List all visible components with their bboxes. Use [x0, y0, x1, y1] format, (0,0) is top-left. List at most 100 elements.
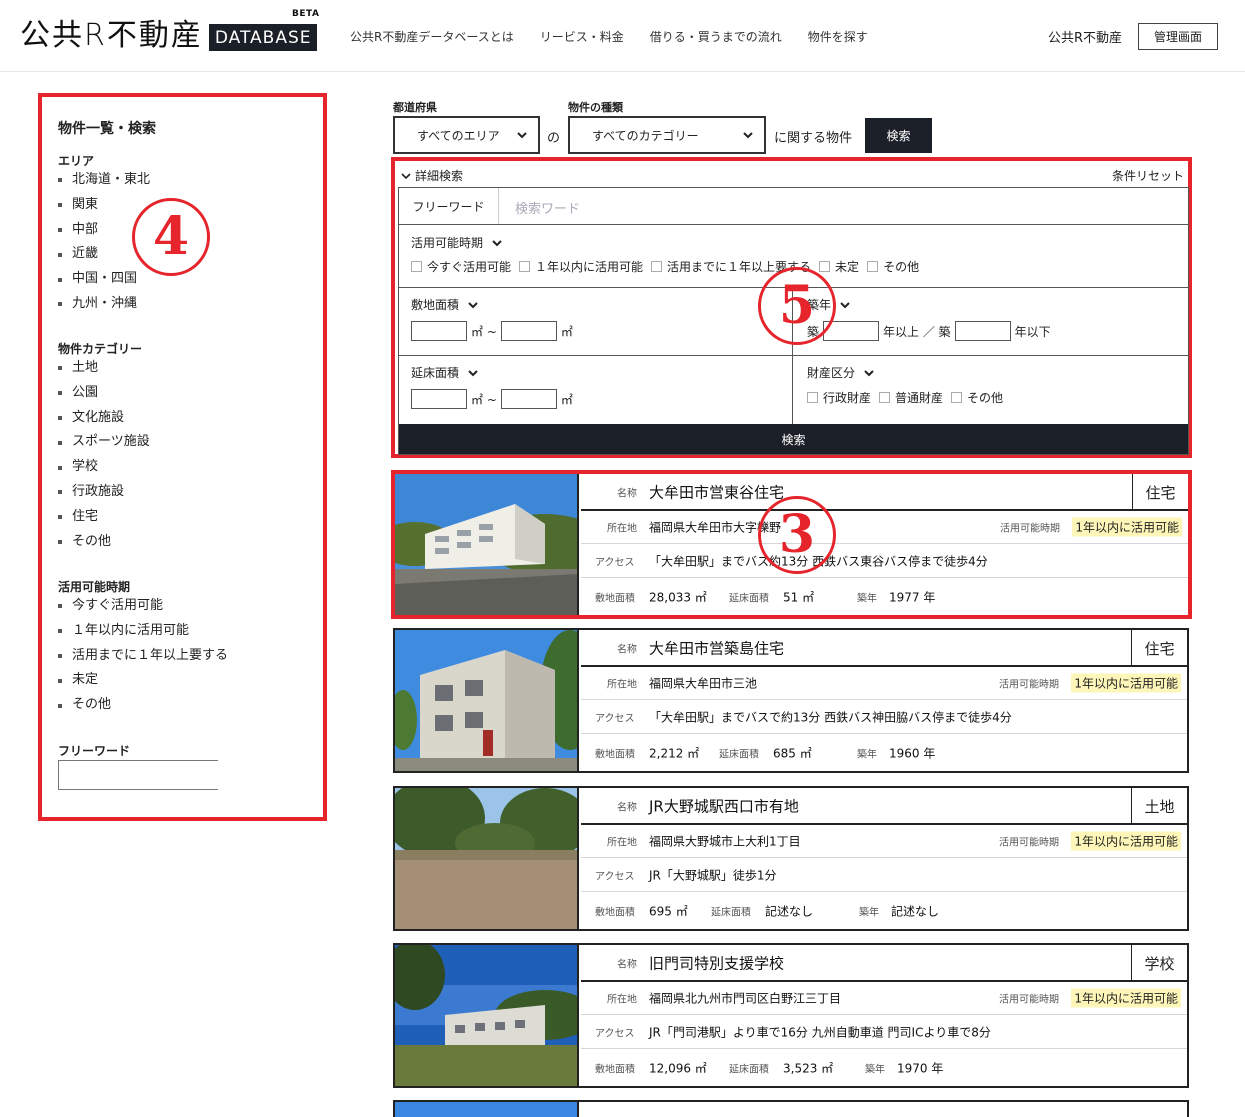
property-category-badge: 住宅	[1131, 630, 1187, 667]
floor-area-filter-label[interactable]: 延床面積	[411, 364, 479, 381]
floor-area-min-input[interactable]	[411, 389, 467, 409]
sidebar-item-kanto[interactable]: 関東	[58, 193, 150, 218]
detail-search-submit[interactable]: 検索	[399, 424, 1188, 454]
kind-value: すべてのカテゴリー	[592, 128, 699, 143]
property-card[interactable]: 名称 大牟田市営築島住宅 住宅 所在地 福岡県大牟田市三池 活用可能時期 1年以…	[393, 628, 1189, 773]
period-checkboxes: 今すぐ活用可能 １年以内に活用可能 活用までに１年以上要する 未定 その他	[411, 258, 927, 275]
specs-row: 敷地面積 2,212 ㎡ 延床面積 685 ㎡ 築年 1960 年	[581, 734, 1187, 771]
reset-conditions-link[interactable]: 条件リセット	[1112, 167, 1184, 184]
nav-search[interactable]: 物件を探す	[808, 28, 868, 45]
sidebar-item-sports[interactable]: スポーツ施設	[58, 430, 150, 455]
checkbox-over-year[interactable]	[651, 261, 663, 272]
nav-services[interactable]: リービス・料金	[540, 28, 624, 45]
name-key: 名称	[617, 644, 637, 655]
sidebar-item-park[interactable]: 公園	[58, 381, 150, 406]
checkbox-undecided[interactable]	[819, 261, 831, 272]
freeword-heading: フリーワード	[58, 744, 131, 758]
area-heading: エリア	[58, 154, 95, 168]
kind-select[interactable]: すべてのカテゴリー	[568, 116, 766, 154]
site-area-key: 敷地面積	[595, 907, 635, 918]
sidebar-item-now[interactable]: 今すぐ活用可能	[58, 594, 228, 619]
checkbox-other-property[interactable]	[951, 392, 963, 403]
chevron-down-icon	[743, 132, 753, 139]
property-class-filter-label[interactable]: 財産区分	[807, 364, 875, 381]
sidebar-item-within-year[interactable]: １年以内に活用可能	[58, 619, 228, 644]
checkbox-general-property[interactable]	[879, 392, 891, 403]
sidebar-title: 物件一覧・検索	[58, 121, 156, 137]
prefecture-select[interactable]: すべてのエリア	[393, 116, 540, 154]
chevron-down-icon	[492, 239, 502, 246]
floor-area-key: 延床面積	[729, 593, 769, 604]
property-category-badge: 学校	[1131, 945, 1187, 982]
site-logo[interactable]: 公共R不動産 DATABASE	[20, 18, 318, 54]
property-name[interactable]: 大牟田市営築島住宅	[649, 637, 784, 658]
built-key: 築年	[865, 1064, 885, 1075]
site-header: 公共R不動産 DATABASE BETA 公共R不動産データベースとは リービス…	[0, 0, 1245, 72]
detail-search-toggle[interactable]: 詳細検索	[401, 167, 463, 184]
main-nav: 公共R不動産データベースとは リービス・料金 借りる・買うまでの流れ 物件を探す	[350, 28, 868, 45]
site-area-value: 2,212 ㎡	[649, 746, 700, 760]
sidebar-item-school[interactable]: 学校	[58, 455, 150, 480]
built-mid: 年以上 ／ 築	[883, 324, 951, 339]
chevron-down-icon	[401, 172, 411, 179]
nav-about[interactable]: 公共R不動産データベースとは	[350, 28, 514, 45]
floor-class-row: 延床面積 ㎡ ~ ㎡ 財産区分 行政財産 普通財産 その他	[399, 356, 1188, 424]
sidebar-item-culture[interactable]: 文化施設	[58, 406, 150, 431]
site-area-min-input[interactable]	[411, 321, 467, 341]
sidebar-item-admin[interactable]: 行政施設	[58, 480, 150, 505]
location-key: 所在地	[607, 994, 637, 1006]
admin-button[interactable]: 管理画面	[1138, 23, 1218, 50]
sidebar-item-chugoku-shikoku[interactable]: 中国・四国	[58, 267, 150, 292]
property-card-partial[interactable]	[393, 1100, 1189, 1117]
built-key: 築年	[859, 907, 879, 918]
sidebar-item-hokkaido-tohoku[interactable]: 北海道・東北	[58, 168, 150, 193]
checkbox-other[interactable]	[867, 261, 879, 272]
property-name[interactable]: 大牟田市営東谷住宅	[649, 481, 784, 502]
available-key: 活用可能時期	[999, 679, 1059, 691]
floor-area-range: ㎡ ~ ㎡	[411, 389, 577, 409]
sidebar-item-kyushu-okinawa[interactable]: 九州・沖縄	[58, 292, 150, 317]
sidebar-item-undecided[interactable]: 未定	[58, 668, 228, 693]
freeword-input[interactable]: 検索ワード	[515, 198, 580, 217]
sidebar-item-other-period[interactable]: その他	[58, 693, 228, 718]
freeword-label: フリーワード	[399, 188, 499, 224]
sidebar-item-other-category[interactable]: その他	[58, 530, 150, 555]
access-key: アクセス	[595, 871, 635, 882]
site-area-value: 28,033 ㎡	[649, 590, 707, 604]
period-filter-label[interactable]: 活用可能時期	[411, 234, 503, 251]
property-name[interactable]: 旧門司特別支援学校	[649, 952, 784, 973]
property-card[interactable]: 名称 JR大野城駅西口市有地 土地 所在地 福岡県大野城市上大利1丁目 活用可能…	[393, 786, 1189, 931]
unit-tilde: ㎡ ~	[471, 324, 497, 339]
location-row: 所在地 福岡県大野城市上大利1丁目 活用可能時期 1年以内に活用可能	[581, 825, 1187, 858]
property-photo	[395, 1102, 579, 1117]
built-max-input[interactable]	[954, 321, 1011, 341]
annotation-3: 3	[758, 496, 836, 574]
site-area-key: 敷地面積	[595, 593, 635, 604]
checkbox-admin-property[interactable]	[807, 392, 818, 403]
logo-database-badge: DATABASE	[208, 24, 318, 51]
nav-flow[interactable]: 借りる・買うまでの流れ	[650, 28, 782, 45]
property-name[interactable]: JR大野城駅西口市有地	[649, 795, 799, 816]
property-card[interactable]: 名称 旧門司特別支援学校 学校 所在地 福岡県北九州市門司区白野江三丁目 活用可…	[393, 943, 1189, 1088]
chevron-down-icon	[468, 301, 478, 308]
site-area-filter-label[interactable]: 敷地面積	[411, 296, 479, 313]
specs-row: 敷地面積 695 ㎡ 延床面積 記述なし 築年 記述なし	[581, 892, 1187, 929]
specs-row: 敷地面積 28,033 ㎡ 延床面積 51 ㎡ 築年 1977 年	[581, 578, 1188, 615]
sidebar-item-housing[interactable]: 住宅	[58, 505, 150, 530]
sidebar-item-land[interactable]: 土地	[58, 356, 150, 381]
built-value: 1970 年	[897, 1061, 944, 1075]
floor-area-value: 51 ㎡	[783, 590, 815, 604]
sidebar-item-over-year[interactable]: 活用までに１年以上要する	[58, 644, 228, 669]
site-area-max-input[interactable]	[500, 321, 557, 341]
sidebar-freeword-input[interactable]	[58, 760, 218, 790]
access-key: アクセス	[595, 713, 635, 724]
built-range: 築 年以上 ／ 築 年以下	[807, 321, 1055, 341]
available-badge: 1年以内に活用可能	[1071, 988, 1181, 1008]
search-button[interactable]: 検索	[865, 118, 932, 153]
checkbox-within-year[interactable]	[519, 261, 531, 272]
floor-area-max-input[interactable]	[500, 389, 557, 409]
site-area-value: 695 ㎡	[649, 904, 688, 918]
available-key: 活用可能時期	[1000, 523, 1060, 535]
property-info: 名称 大牟田市営東谷住宅 住宅 所在地 福岡県大牟田市大字櫟野 活用可能時期 1…	[581, 474, 1188, 615]
checkbox-now[interactable]	[411, 261, 422, 272]
